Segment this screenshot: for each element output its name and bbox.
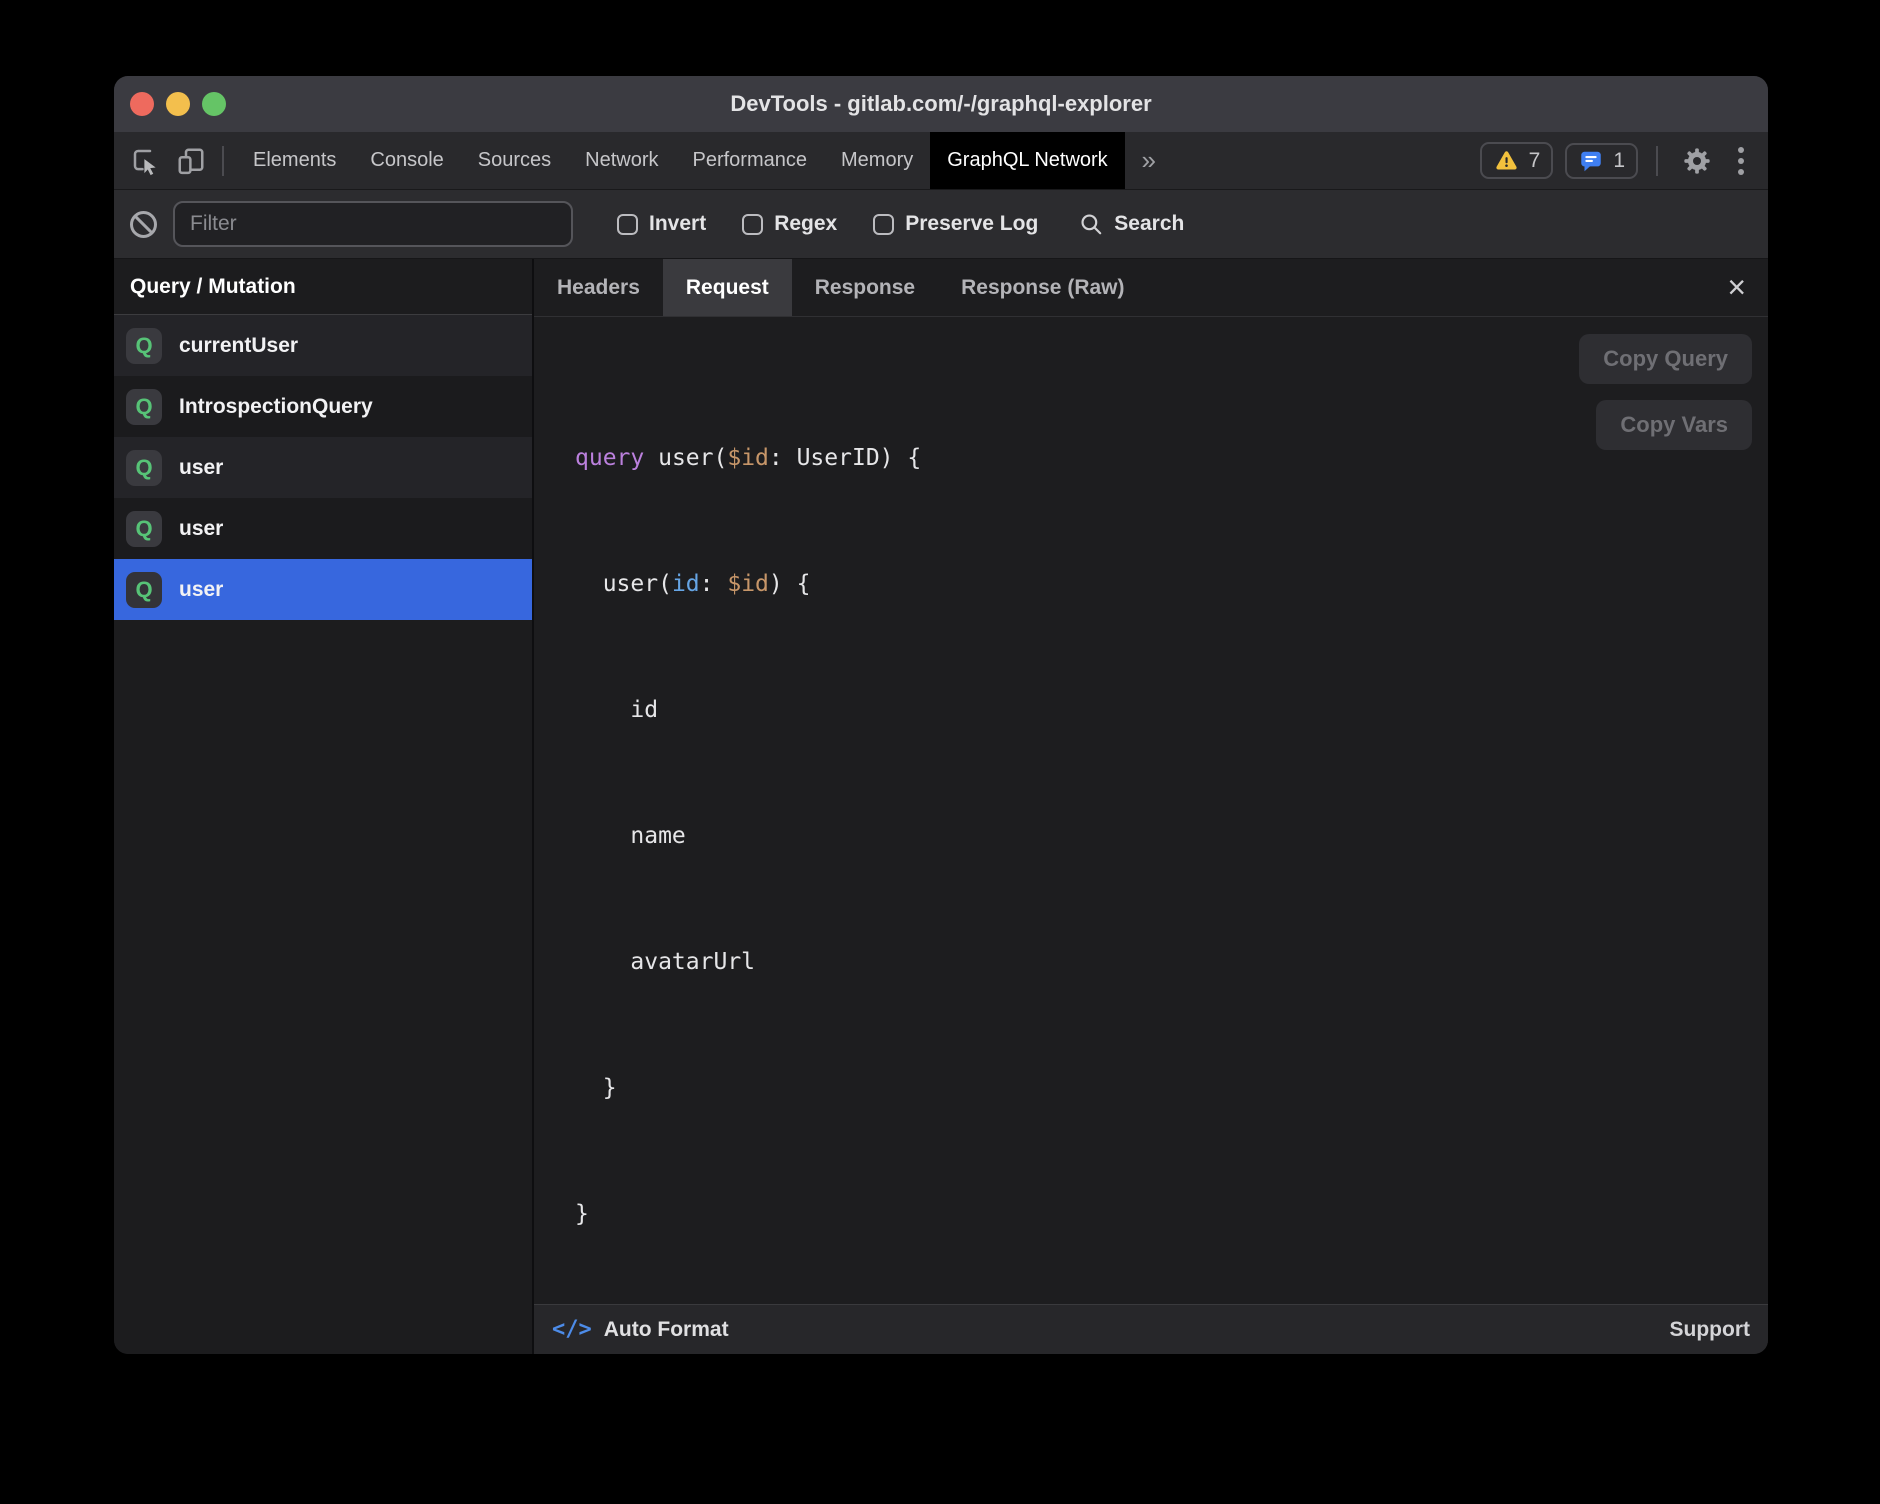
minimize-window-button[interactable]	[166, 92, 190, 116]
regex-checkbox[interactable]	[742, 214, 763, 235]
list-item-label: user	[179, 456, 223, 480]
search-control[interactable]: Search	[1078, 211, 1184, 237]
list-item[interactable]: Q currentUser	[114, 315, 532, 376]
filter-input[interactable]	[173, 201, 573, 247]
toolbar-divider	[222, 146, 224, 176]
warnings-badge[interactable]: 7	[1480, 142, 1554, 179]
query-type-badge: Q	[126, 572, 162, 608]
warning-count: 7	[1529, 149, 1541, 173]
tab-graphql-network[interactable]: GraphQL Network	[930, 132, 1124, 189]
tab-elements[interactable]: Elements	[236, 132, 353, 189]
list-item-label: user	[179, 517, 223, 541]
preserve-log-checkbox-item[interactable]: Preserve Log	[873, 212, 1038, 236]
query-list-header: Query / Mutation	[114, 259, 532, 315]
close-icon[interactable]: ×	[1705, 259, 1768, 316]
message-icon	[1578, 148, 1604, 174]
copy-buttons: Copy Query Copy Vars	[1579, 334, 1752, 450]
request-detail-body: Copy Query Copy Vars query user($id: Use…	[534, 317, 1768, 1304]
code-line: query user($id: UserID) {	[575, 437, 1752, 479]
query-list-panel: Query / Mutation Q currentUser Q Introsp…	[114, 259, 534, 1354]
code-brackets-icon: </>	[552, 1317, 592, 1342]
traffic-lights	[130, 92, 226, 116]
list-item[interactable]: Q IntrospectionQuery	[114, 376, 532, 437]
query-type-badge: Q	[126, 511, 162, 547]
code-line: }	[575, 1067, 1752, 1109]
close-window-button[interactable]	[130, 92, 154, 116]
window-title: DevTools - gitlab.com/-/graphql-explorer	[730, 91, 1151, 117]
copy-vars-button[interactable]: Copy Vars	[1596, 400, 1752, 450]
cluster-divider	[1656, 146, 1658, 176]
query-type-badge: Q	[126, 328, 162, 364]
tab-headers[interactable]: Headers	[534, 259, 663, 316]
title-bar[interactable]: DevTools - gitlab.com/-/graphql-explorer	[114, 76, 1768, 132]
devtools-window: DevTools - gitlab.com/-/graphql-explorer…	[114, 76, 1768, 1354]
search-icon	[1078, 211, 1104, 237]
list-item[interactable]: Q user	[114, 437, 532, 498]
issues-badge[interactable]: 1	[1565, 143, 1638, 179]
invert-checkbox[interactable]	[617, 214, 638, 235]
zoom-window-button[interactable]	[202, 92, 226, 116]
detail-panel: Headers Request Response Response (Raw) …	[534, 259, 1768, 1354]
tab-console[interactable]: Console	[353, 132, 460, 189]
list-item-label: currentUser	[179, 334, 298, 358]
invert-label: Invert	[649, 212, 706, 236]
more-tabs-chevron-icon[interactable]: »	[1125, 132, 1173, 189]
detail-footer: </> Auto Format Support	[534, 1304, 1768, 1354]
code-line: id	[575, 689, 1752, 731]
regex-checkbox-item[interactable]: Regex	[742, 212, 837, 236]
tab-network[interactable]: Network	[568, 132, 675, 189]
invert-checkbox-item[interactable]: Invert	[617, 212, 706, 236]
search-label: Search	[1114, 212, 1184, 236]
tab-sources[interactable]: Sources	[461, 132, 568, 189]
list-item-label: IntrospectionQuery	[179, 395, 373, 419]
filter-options: Invert Regex Preserve Log	[617, 212, 1038, 236]
tab-request[interactable]: Request	[663, 259, 792, 316]
more-options-kebab-icon[interactable]	[1730, 147, 1752, 175]
device-toolbar-icon[interactable]	[170, 140, 212, 182]
clear-block-icon[interactable]	[130, 211, 157, 238]
preserve-log-checkbox[interactable]	[873, 214, 894, 235]
tabbar-right-cluster: 7 1	[1480, 132, 1768, 189]
devtools-tab-bar: Elements Console Sources Network Perform…	[114, 132, 1768, 190]
auto-format-button[interactable]: </> Auto Format	[552, 1317, 729, 1342]
warning-icon	[1493, 147, 1520, 174]
tab-response-raw[interactable]: Response (Raw)	[938, 259, 1147, 316]
tab-memory[interactable]: Memory	[824, 132, 930, 189]
regex-label: Regex	[774, 212, 837, 236]
copy-query-button[interactable]: Copy Query	[1579, 334, 1752, 384]
query-type-badge: Q	[126, 450, 162, 486]
tab-response[interactable]: Response	[792, 259, 938, 316]
support-link[interactable]: Support	[1670, 1318, 1750, 1342]
filter-bar: Invert Regex Preserve Log Search	[114, 190, 1768, 259]
code-line: user(id: $id) {	[575, 563, 1752, 605]
issues-count: 1	[1613, 149, 1625, 173]
list-item-selected[interactable]: Q user	[114, 559, 532, 620]
tab-performance[interactable]: Performance	[676, 132, 825, 189]
code-line: avatarUrl	[575, 941, 1752, 983]
code-line: }	[575, 1193, 1752, 1235]
settings-gear-icon[interactable]	[1676, 140, 1718, 182]
list-item[interactable]: Q user	[114, 498, 532, 559]
preserve-log-label: Preserve Log	[905, 212, 1038, 236]
detail-tab-bar: Headers Request Response Response (Raw) …	[534, 259, 1768, 317]
auto-format-label: Auto Format	[604, 1318, 729, 1342]
list-item-label: user	[179, 578, 223, 602]
content-area: Query / Mutation Q currentUser Q Introsp…	[114, 259, 1768, 1354]
graphql-query-code: query user($id: UserID) { user(id: $id) …	[575, 353, 1752, 1304]
code-line: name	[575, 815, 1752, 857]
toolbar-icons	[114, 132, 236, 189]
inspect-element-icon[interactable]	[124, 140, 166, 182]
query-type-badge: Q	[126, 389, 162, 425]
